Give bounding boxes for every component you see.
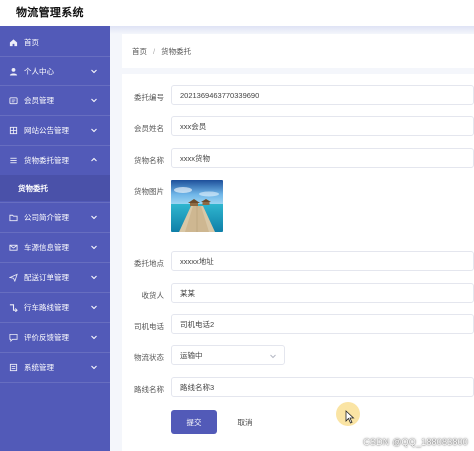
receiver-label: 收货人	[141, 291, 165, 300]
sidebar-item-label: 首页	[24, 37, 39, 47]
status-select-value: 运输中	[180, 350, 203, 360]
sidebar-item-vehicles[interactable]: 车源信息管理	[0, 233, 110, 261]
order-no-label: 委托编号	[134, 93, 164, 102]
top-bar: 物流管理系统	[0, 0, 474, 26]
settings-icon	[8, 362, 18, 372]
driver-phone-field[interactable]: 司机电话2	[171, 314, 474, 334]
sidebar-item-label: 个人中心	[24, 66, 54, 76]
route-icon	[8, 302, 18, 312]
sidebar: 首页 个人中心 会员管理 网站公告管理 货物委托管理 货物委托 公司简介管理 车…	[0, 26, 110, 451]
chevron-down-icon	[90, 273, 98, 281]
goods-image-label: 货物图片	[134, 187, 164, 196]
sidebar-item-delivery-orders[interactable]: 配送订单管理	[0, 263, 110, 291]
chevron-down-icon	[90, 213, 98, 221]
chevron-down-icon	[90, 333, 98, 341]
app-title: 物流管理系统	[16, 7, 84, 19]
goods-image[interactable]	[171, 180, 223, 232]
chevron-down-icon	[90, 67, 98, 75]
mail-icon	[8, 242, 18, 252]
breadcrumb-home[interactable]: 首页	[132, 46, 147, 57]
sidebar-divider	[0, 382, 110, 383]
driver-phone-label: 司机电话	[134, 322, 164, 331]
sidebar-item-routes[interactable]: 行车路线管理	[0, 293, 110, 321]
status-label: 物流状态	[134, 353, 164, 362]
cancel-button[interactable]: 取消	[225, 410, 265, 434]
route-name-field[interactable]: 路线名称3	[171, 377, 474, 397]
address-field[interactable]: xxxxx地址	[171, 251, 474, 271]
home-icon	[8, 37, 18, 47]
sidebar-item-label: 会员管理	[24, 95, 54, 105]
member-icon	[8, 95, 18, 105]
sidebar-item-members[interactable]: 会员管理	[0, 86, 110, 114]
sidebar-item-company[interactable]: 公司简介管理	[0, 203, 110, 231]
mouse-cursor-icon	[345, 410, 355, 424]
sidebar-item-system[interactable]: 系统管理	[0, 353, 110, 381]
sidebar-item-label: 车源信息管理	[24, 242, 69, 252]
user-icon	[8, 66, 18, 76]
notice-icon	[8, 125, 18, 135]
sidebar-item-label: 公司简介管理	[24, 212, 69, 222]
member-name-label: 会员姓名	[134, 124, 164, 133]
sidebar-item-label: 配送订单管理	[24, 272, 69, 282]
goods-name-field[interactable]: xxxx货物	[171, 148, 474, 168]
sidebar-item-home[interactable]: 首页	[0, 28, 110, 56]
order-no-field[interactable]: 2021369463770339690	[171, 85, 474, 105]
route-name-label: 路线名称	[134, 385, 164, 394]
sidebar-item-label: 行车路线管理	[24, 302, 69, 312]
chevron-down-icon	[90, 126, 98, 134]
status-select[interactable]: 运输中	[171, 345, 285, 365]
member-name-field[interactable]: xxx会员	[171, 116, 474, 136]
folder-icon	[8, 212, 18, 222]
comment-icon	[8, 332, 18, 342]
breadcrumb-separator: /	[153, 46, 156, 56]
sidebar-item-label: 货物委托管理	[24, 155, 69, 165]
sidebar-item-label: 系统管理	[24, 362, 54, 372]
chevron-down-icon	[269, 352, 277, 360]
chevron-down-icon	[90, 303, 98, 311]
chevron-down-icon	[90, 96, 98, 104]
sidebar-item-goods-orders[interactable]: 货物委托管理	[0, 146, 110, 174]
sidebar-item-feedback[interactable]: 评价反馈管理	[0, 323, 110, 351]
sidebar-item-profile[interactable]: 个人中心	[0, 57, 110, 85]
sidebar-subitem-label: 货物委托	[18, 183, 48, 193]
sidebar-item-label: 网站公告管理	[24, 125, 69, 135]
goods-name-label: 货物名称	[134, 156, 164, 165]
chevron-down-icon	[90, 243, 98, 251]
submit-button[interactable]: 提交	[171, 410, 217, 434]
breadcrumb-current: 货物委托	[161, 46, 192, 56]
sidebar-item-label: 评价反馈管理	[24, 332, 69, 342]
header-shadow	[110, 26, 474, 34]
list-icon	[8, 155, 18, 165]
sidebar-subitem-goods-order[interactable]: 货物委托	[0, 175, 110, 201]
send-icon	[8, 272, 18, 282]
address-label: 委托地点	[134, 259, 164, 268]
breadcrumb: 首页 / 货物委托	[122, 34, 474, 68]
watermark: CSDN @QQ_188083800	[363, 437, 468, 447]
chevron-down-icon	[90, 363, 98, 371]
receiver-field[interactable]: 某某	[171, 283, 474, 303]
chevron-up-icon	[90, 156, 98, 164]
sidebar-item-notices[interactable]: 网站公告管理	[0, 116, 110, 144]
